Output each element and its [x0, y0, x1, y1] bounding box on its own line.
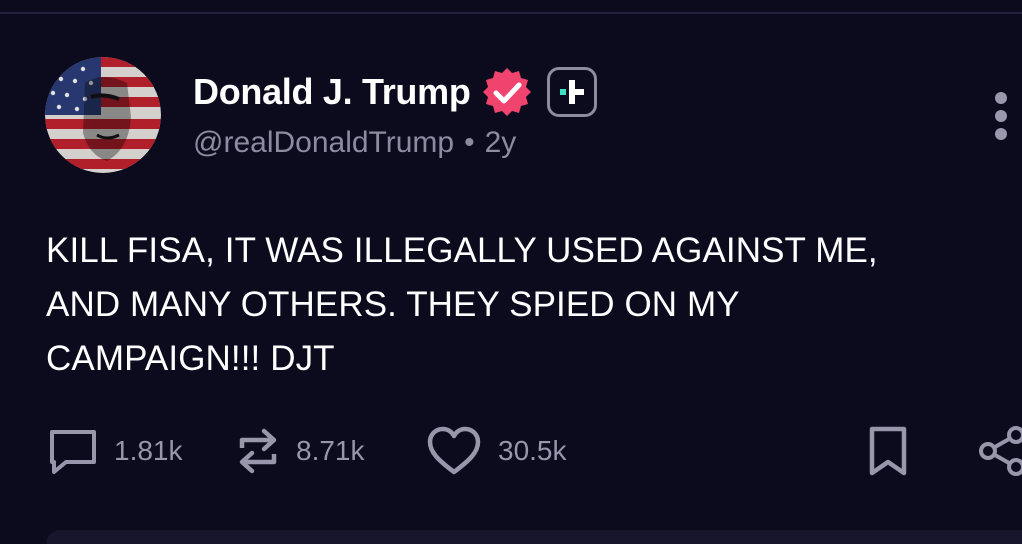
- author-row: Donald J. Trump: [193, 66, 597, 118]
- reply-count: 1.81k: [114, 435, 183, 466]
- plus-badge-icon[interactable]: [546, 67, 597, 117]
- more-vertical-icon: [995, 92, 1007, 104]
- divider: [0, 12, 1022, 14]
- bookmark-icon: [869, 426, 907, 476]
- reply-composer-panel[interactable]: [46, 530, 1022, 544]
- handle-row: @realDonaldTrump • 2y: [193, 126, 516, 160]
- share-button[interactable]: [978, 426, 1022, 481]
- more-options-button[interactable]: [986, 92, 1016, 140]
- avatar-image: [45, 57, 161, 173]
- repost-button[interactable]: 8.71k: [236, 424, 365, 478]
- post-time[interactable]: 2y: [485, 126, 517, 159]
- avatar[interactable]: [45, 57, 161, 173]
- post-text-line: CAMPAIGN!!! DJT: [46, 339, 335, 378]
- bookmark-button[interactable]: [866, 426, 910, 481]
- post-text-line: KILL FISA, IT WAS ILLEGALLY USED AGAINST…: [46, 231, 878, 270]
- separator: •: [464, 126, 475, 159]
- reply-button[interactable]: 1.81k: [48, 424, 183, 478]
- post-view: Donald J. Trump @realDonaldTrump • 2y KILL…: [0, 0, 1022, 544]
- repost-count: 8.71k: [296, 435, 365, 466]
- heart-icon: [427, 426, 481, 475]
- post-text: KILL FISA, IT WAS ILLEGALLY USED AGAINST…: [46, 224, 1006, 386]
- comment-icon: [50, 430, 96, 474]
- display-name[interactable]: Donald J. Trump: [193, 71, 471, 113]
- verified-badge-icon: [481, 66, 533, 118]
- share-icon: [979, 426, 1022, 476]
- post-text-line: AND MANY OTHERS. THEY SPIED ON MY: [46, 285, 740, 324]
- repost-icon: [239, 428, 277, 474]
- like-count: 30.5k: [498, 435, 567, 466]
- like-button[interactable]: 30.5k: [426, 424, 567, 478]
- handle[interactable]: @realDonaldTrump: [193, 126, 454, 159]
